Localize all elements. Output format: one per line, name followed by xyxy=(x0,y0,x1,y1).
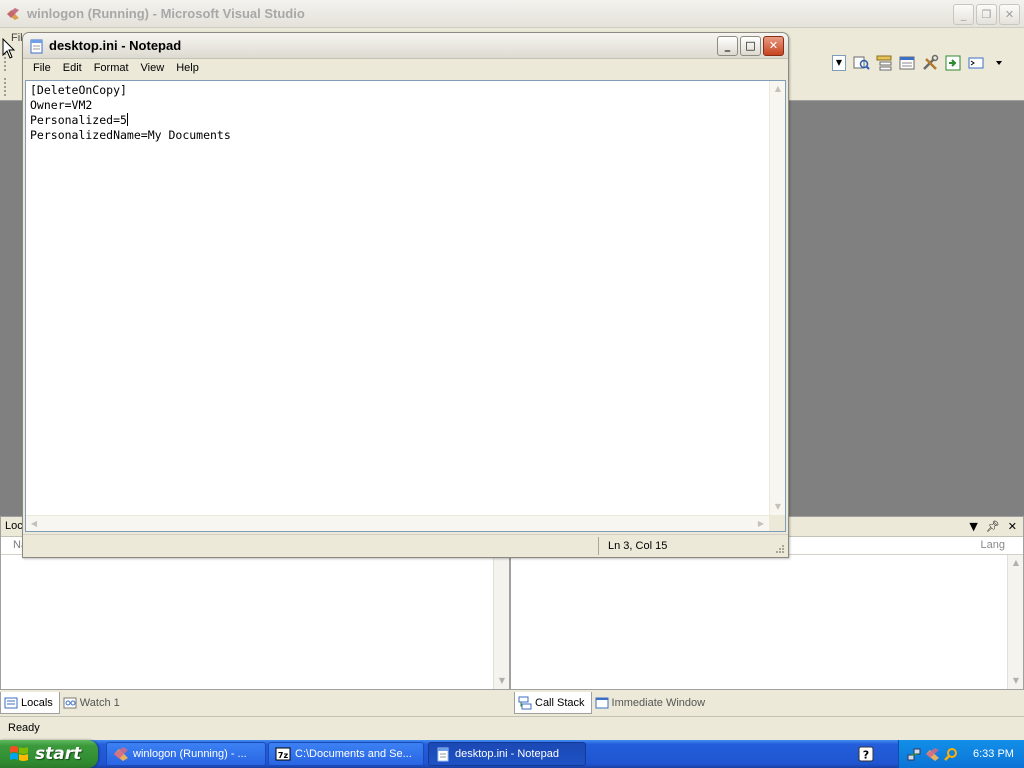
notepad-menubar: File Edit Format View Help xyxy=(23,59,788,79)
menu-view[interactable]: View xyxy=(135,59,171,79)
scroll-right-arrow-icon[interactable]: ▶ xyxy=(753,516,769,532)
scroll-down-arrow-icon[interactable]: ▼ xyxy=(1008,673,1024,689)
resize-grip-icon[interactable] xyxy=(773,542,785,554)
locals-icon xyxy=(4,697,18,708)
start-page-icon[interactable] xyxy=(944,54,962,72)
menu-format[interactable]: Format xyxy=(88,59,135,79)
notepad-horizontal-scrollbar[interactable]: ◀ ▶ xyxy=(26,515,769,531)
vs-close-button[interactable]: ✕ xyxy=(999,4,1020,25)
call-stack-icon xyxy=(518,696,532,709)
vs-minimize-button[interactable]: _ xyxy=(953,4,974,25)
7zip-icon: 7z xyxy=(275,747,291,761)
notepad-window: desktop.ini - Notepad _ □ ✕ File Edit Fo… xyxy=(22,32,789,558)
vs-statusbar: Ready xyxy=(0,716,1024,740)
vs-restore-button[interactable]: ❐ xyxy=(976,4,997,25)
notepad-text-content: [DeleteOnCopy] Owner=VM2 Personalized=5 Per… xyxy=(30,83,231,143)
svg-text:7z: 7z xyxy=(278,751,289,760)
notepad-close-button[interactable]: ✕ xyxy=(763,36,784,56)
vs-window-title: winlogon (Running) - Microsoft Visual St… xyxy=(27,6,305,21)
tab-call-stack-label: Call Stack xyxy=(535,696,585,709)
taskbar-button-7zip[interactable]: 7z C:\Documents and Se... xyxy=(268,742,424,766)
mouse-pointer-icon xyxy=(2,38,16,59)
status-separator xyxy=(598,537,599,555)
cursor-position-status: Ln 3, Col 15 xyxy=(608,540,668,552)
notepad-icon xyxy=(437,747,449,762)
find-in-files-icon[interactable] xyxy=(852,54,870,72)
scroll-left-arrow-icon[interactable]: ◀ xyxy=(26,516,42,532)
notepad-statusbar: Ln 3, Col 15 xyxy=(23,534,788,557)
properties-window-icon[interactable] xyxy=(898,54,916,72)
help-icon[interactable]: ? xyxy=(858,746,874,762)
toolbar-grip[interactable] xyxy=(4,78,8,96)
search-icon[interactable] xyxy=(943,747,958,762)
language-column-header[interactable]: Lang xyxy=(981,539,1005,551)
taskbar-button-label: winlogon (Running) - ... xyxy=(133,748,247,760)
scroll-up-arrow-icon[interactable]: ▲ xyxy=(1008,555,1024,571)
notepad-maximize-button[interactable]: □ xyxy=(740,36,761,56)
notepad-text-area[interactable]: [DeleteOnCopy] Owner=VM2 Personalized=5 Per… xyxy=(25,80,786,532)
solution-explorer-icon[interactable] xyxy=(875,54,893,72)
scroll-down-arrow-icon[interactable]: ▼ xyxy=(770,499,786,515)
tab-immediate-window-label: Immediate Window xyxy=(611,697,706,709)
svg-text:?: ? xyxy=(863,749,869,762)
taskbar-button-visual-studio[interactable]: winlogon (Running) - ... xyxy=(106,742,266,766)
visual-studio-tray-icon[interactable] xyxy=(925,747,940,762)
toolbox-icon[interactable] xyxy=(921,54,939,72)
tab-immediate-window[interactable]: Immediate Window xyxy=(592,692,712,714)
notepad-icon xyxy=(30,39,43,54)
text-line: [DeleteOnCopy] xyxy=(30,83,127,97)
locals-vertical-scrollbar[interactable]: ▼ xyxy=(493,555,509,689)
call-stack-tab-strip: Call Stack Immediate Window xyxy=(514,692,711,714)
notepad-window-title: desktop.ini - Notepad xyxy=(49,38,182,53)
taskbar-button-label: desktop.ini - Notepad xyxy=(455,748,559,760)
start-label: start xyxy=(35,744,82,764)
vs-toolbar-icons xyxy=(852,54,1008,72)
text-line: Personalized=5 xyxy=(30,113,128,127)
system-tray: 6:33 PM xyxy=(898,740,1024,768)
taskbar-clock[interactable]: 6:33 PM xyxy=(973,748,1014,760)
text-line: PersonalizedName=My Documents xyxy=(30,128,231,142)
notepad-titlebar[interactable]: desktop.ini - Notepad _ □ ✕ xyxy=(23,33,788,59)
menu-edit[interactable]: Edit xyxy=(57,59,88,79)
notepad-caption-buttons: _ □ ✕ xyxy=(717,36,784,56)
vs-caption-buttons: _ ❐ ✕ xyxy=(953,4,1020,25)
tab-call-stack[interactable]: Call Stack xyxy=(514,692,592,714)
start-button[interactable]: start xyxy=(0,740,98,768)
visual-studio-icon xyxy=(114,747,128,761)
vs-titlebar[interactable]: winlogon (Running) - Microsoft Visual St… xyxy=(0,0,1024,28)
menu-file[interactable]: File xyxy=(27,59,57,79)
menu-help[interactable]: Help xyxy=(170,59,205,79)
scroll-down-arrow-icon[interactable]: ▼ xyxy=(494,673,510,689)
locals-watch-tab-strip: Locals Watch 1 xyxy=(0,692,126,714)
scroll-up-arrow-icon[interactable]: ▲ xyxy=(770,81,786,97)
call-stack-vertical-scrollbar[interactable]: ▲ ▼ xyxy=(1007,555,1023,689)
text-line: Owner=VM2 xyxy=(30,98,93,112)
visual-studio-icon xyxy=(7,8,19,20)
network-connections-icon[interactable] xyxy=(907,747,922,762)
vs-status-text: Ready xyxy=(8,722,40,734)
taskbar: start winlogon (Running) - ... 7z C:\Doc… xyxy=(0,740,1024,768)
scrollbar-corner xyxy=(769,515,785,531)
close-tool-window-icon[interactable]: ✕ xyxy=(1008,520,1017,533)
watch-icon xyxy=(63,697,77,709)
text-caret xyxy=(126,113,128,126)
command-window-icon[interactable] xyxy=(967,54,985,72)
notepad-minimize-button[interactable]: _ xyxy=(717,36,738,56)
window-position-dropdown-icon[interactable]: ▼ xyxy=(969,520,977,533)
tab-watch-1[interactable]: Watch 1 xyxy=(60,692,126,714)
tab-watch-1-label: Watch 1 xyxy=(79,697,120,709)
solution-config-dropdown-arrow[interactable]: ▼ xyxy=(832,55,846,71)
notepad-vertical-scrollbar[interactable]: ▲ ▼ xyxy=(769,81,785,515)
taskbar-button-label: C:\Documents and Se... xyxy=(295,748,412,760)
toolbar-options-icon[interactable] xyxy=(990,54,1008,72)
tab-locals-label: Locals xyxy=(21,696,53,709)
tab-locals[interactable]: Locals xyxy=(0,692,60,714)
windows-logo-icon xyxy=(10,746,28,761)
auto-hide-pin-icon[interactable]: 📌︎ xyxy=(986,520,1000,533)
taskbar-button-notepad[interactable]: desktop.ini - Notepad xyxy=(428,742,586,766)
tool-window-controls: ▼ 📌︎ ✕ xyxy=(969,520,1017,533)
immediate-window-icon xyxy=(595,697,609,709)
